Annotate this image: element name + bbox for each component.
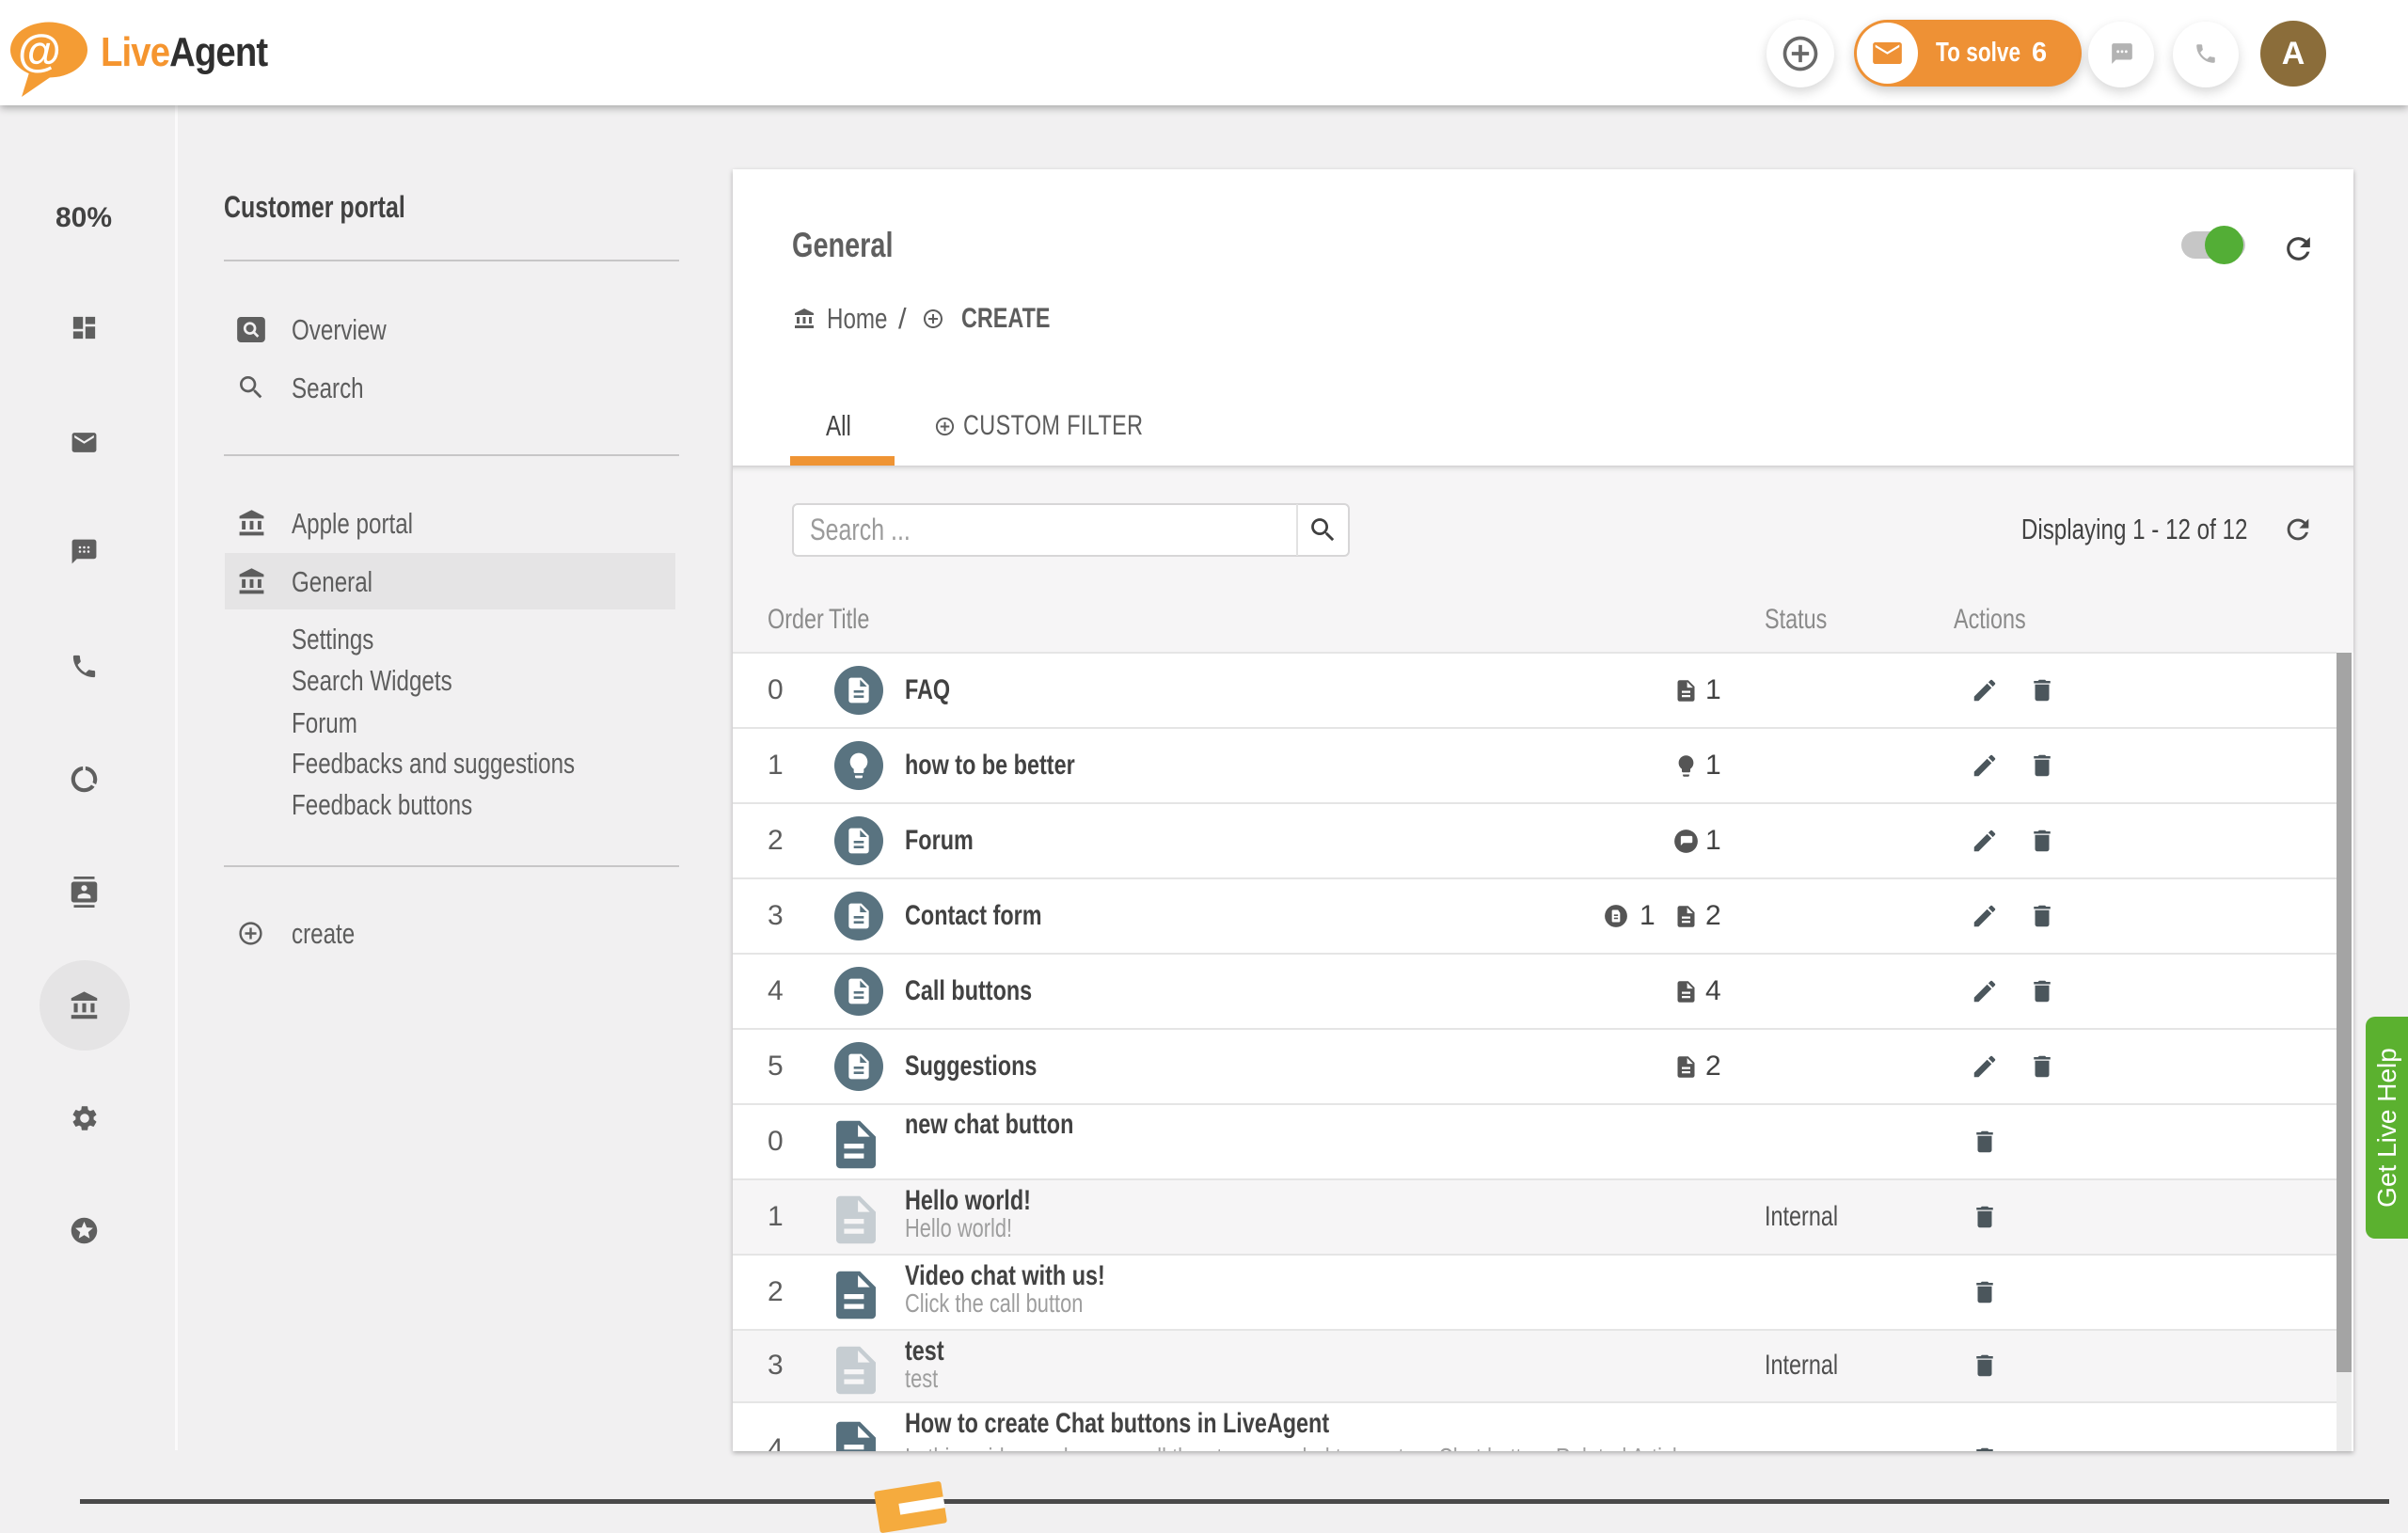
svg-text:@: @: [18, 25, 61, 75]
